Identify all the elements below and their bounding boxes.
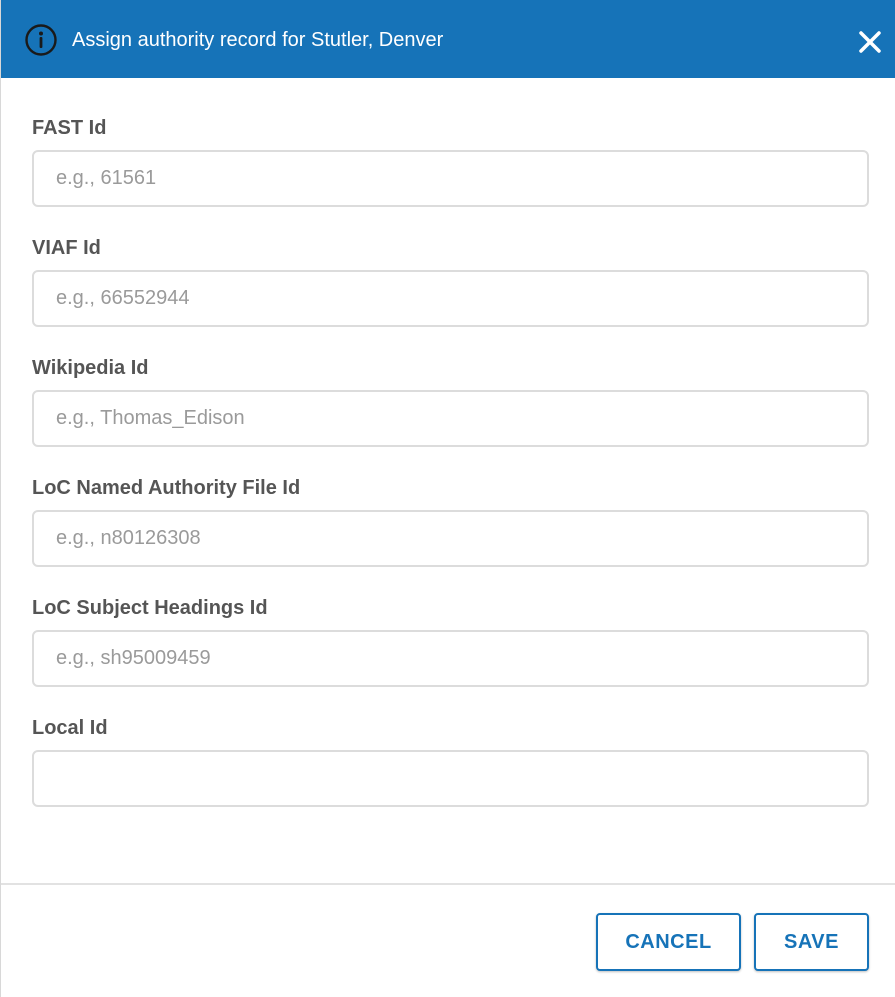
footer-divider xyxy=(1,883,895,885)
assign-authority-dialog: Assign authority record for Stutler, Den… xyxy=(0,0,895,997)
dialog-title: Assign authority record for Stutler, Den… xyxy=(72,29,444,51)
wikipedia-id-input[interactable] xyxy=(32,390,869,447)
fast-id-label: FAST Id xyxy=(32,117,107,139)
info-circle-icon xyxy=(25,24,57,56)
fast-id-input[interactable] xyxy=(32,150,869,207)
loc-subject-headings-id-label: LoC Subject Headings Id xyxy=(32,597,268,619)
close-icon[interactable] xyxy=(858,30,882,54)
save-button[interactable]: SAVE xyxy=(754,913,869,971)
wikipedia-id-label: Wikipedia Id xyxy=(32,357,149,379)
local-id-input[interactable] xyxy=(32,750,869,807)
dialog-header: Assign authority record for Stutler, Den… xyxy=(1,0,895,78)
local-id-label: Local Id xyxy=(32,717,108,739)
loc-subject-headings-id-input[interactable] xyxy=(32,630,869,687)
cancel-button[interactable]: CANCEL xyxy=(596,913,741,971)
loc-named-authority-id-input[interactable] xyxy=(32,510,869,567)
loc-named-authority-id-label: LoC Named Authority File Id xyxy=(32,477,301,499)
viaf-id-label: VIAF Id xyxy=(32,237,101,259)
viaf-id-input[interactable] xyxy=(32,270,869,327)
